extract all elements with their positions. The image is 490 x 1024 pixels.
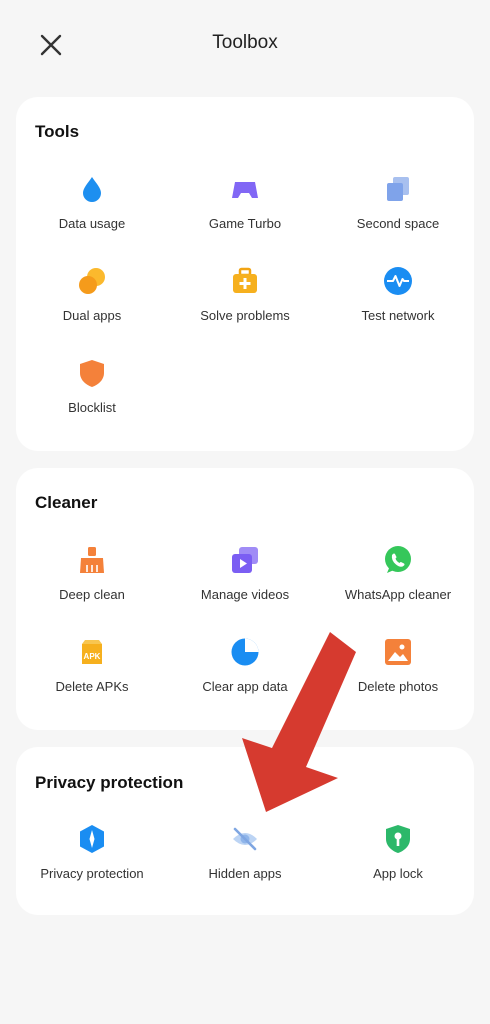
- tool-dual-apps[interactable]: Dual apps: [16, 266, 168, 323]
- tool-solve-problems[interactable]: Solve problems: [169, 266, 321, 323]
- cleaner-label: Clear app data: [202, 679, 288, 694]
- cleaner-delete-photos[interactable]: Delete photos: [322, 637, 474, 694]
- tool-label: Solve problems: [200, 308, 290, 323]
- tool-label: Data usage: [58, 216, 126, 231]
- cleaner-deep-clean[interactable]: Deep clean: [16, 545, 168, 602]
- tool-label: Blocklist: [68, 400, 116, 415]
- privacy-label: Privacy protection: [40, 866, 144, 881]
- privacy-label: App lock: [373, 866, 423, 881]
- hidden-eye-icon: [233, 827, 257, 851]
- privacy-hidden-apps[interactable]: Hidden apps: [169, 824, 321, 881]
- dual-apps-icon: [79, 268, 105, 294]
- gamepad-icon: [232, 182, 258, 198]
- privacy-privacy-protection[interactable]: Privacy protection: [16, 824, 168, 881]
- section-title-tools: Tools: [35, 122, 80, 141]
- tool-blocklist[interactable]: Blocklist: [16, 358, 168, 415]
- second-space-icon: [387, 177, 409, 201]
- photo-icon: [385, 639, 411, 665]
- cleaner-label: Delete APKs: [55, 679, 129, 694]
- privacy-label: Hidden apps: [208, 866, 282, 881]
- tool-label: Dual apps: [62, 308, 122, 323]
- whatsapp-icon: [385, 546, 411, 573]
- shield-icon: [80, 360, 104, 387]
- tool-second-space[interactable]: Second space: [322, 174, 474, 231]
- first-aid-kit-icon: [233, 267, 257, 293]
- pie-chart-icon: [231, 638, 259, 666]
- tool-test-network[interactable]: Test network: [322, 266, 474, 323]
- cleaner-label: Delete photos: [357, 679, 439, 694]
- apk-icon: APK: [82, 640, 102, 664]
- cleaner-clear-app-data[interactable]: Clear app data: [169, 637, 321, 694]
- section-title-privacy: Privacy protection: [35, 773, 184, 792]
- water-drop-icon: [83, 177, 101, 202]
- cleaner-delete-apks[interactable]: APK Delete APKs: [16, 637, 168, 694]
- privacy-card: Privacy protection Privacy protection Hi…: [16, 747, 474, 915]
- cleaner-label: Deep clean: [59, 587, 125, 602]
- tool-label: Second space: [356, 216, 440, 231]
- tool-label: Game Turbo: [208, 216, 282, 231]
- video-icon: [232, 547, 258, 573]
- lock-shield-icon: [386, 825, 410, 853]
- pulse-icon: [384, 267, 412, 295]
- cleaner-manage-videos[interactable]: Manage videos: [169, 545, 321, 602]
- apk-icon-text: APK: [84, 652, 101, 661]
- tool-data-usage[interactable]: Data usage: [16, 174, 168, 231]
- cleaner-whatsapp[interactable]: WhatsApp cleaner: [322, 545, 474, 602]
- header: Toolbox: [0, 0, 490, 90]
- privacy-shield-icon: [80, 825, 104, 853]
- cleaner-label: Manage videos: [200, 587, 290, 602]
- cleaner-label: WhatsApp cleaner: [344, 587, 452, 602]
- tool-label: Test network: [361, 308, 435, 323]
- tools-card: Tools Data usage Game Turbo Second space…: [16, 97, 474, 451]
- tool-game-turbo[interactable]: Game Turbo: [169, 174, 321, 231]
- privacy-app-lock[interactable]: App lock: [322, 824, 474, 881]
- page-title: Toolbox: [212, 32, 278, 53]
- section-title-cleaner: Cleaner: [35, 493, 98, 512]
- broom-icon: [80, 547, 104, 573]
- cleaner-card: Cleaner Deep clean Manage videos WhatsAp…: [16, 468, 474, 730]
